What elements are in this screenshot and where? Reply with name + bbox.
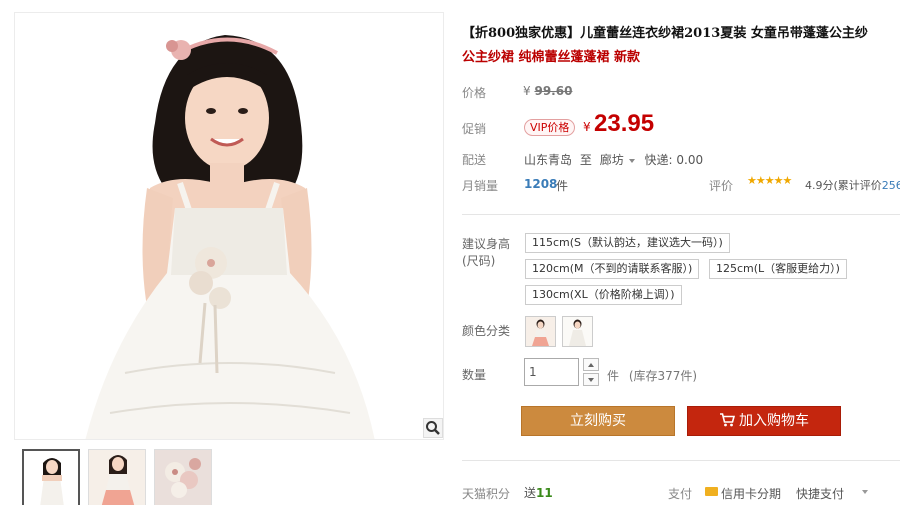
tmall-points-value: 送11 [524,484,553,501]
zoom-button[interactable] [423,418,443,438]
add-to-cart-label: 加入购物车 [739,413,809,429]
cart-icon [720,413,736,427]
thumbnail-1[interactable] [22,449,80,505]
rating-summary[interactable]: 4.9分(累计评价256 [805,177,900,193]
review-count-prefix: (累计评价 [833,179,882,192]
size-label: 建议身高(尺码) [462,237,511,268]
stock-info: 件 (库存377件) [607,367,697,384]
tmall-points-label: 天猫积分 [462,487,511,501]
size-option-115[interactable]: 115cm(S（默认韵达，建议选大一码）) [525,233,730,253]
thumbnail-2-image [89,450,145,505]
main-product-image[interactable] [14,12,444,440]
thumbnail-3-image [155,450,211,505]
monthly-sales-count: 1208 [524,177,558,191]
divider [462,460,900,461]
original-price: ¥ 99.60 [523,84,572,98]
size-option-130[interactable]: 130cm(XL（价格阶梯上调）) [525,285,682,305]
magnifier-icon [426,421,440,435]
quantity-increase-button[interactable] [583,358,599,371]
original-price-currency: ¥ [523,84,531,98]
divider [462,214,900,215]
add-to-cart-button[interactable]: 加入购物车 [687,406,841,436]
quantity-unit: 件 [607,369,620,383]
size-option-120[interactable]: 120cm(M（不到的请联系客服）) [525,259,700,279]
vip-price-badge: VIP价格 [524,119,576,136]
points-prefix: 送 [524,486,537,500]
credit-card-icon [705,487,718,496]
review-count: 256 [881,179,900,192]
color-swatch-2[interactable] [562,316,593,347]
quantity-input[interactable] [524,358,579,386]
product-subtitle: 公主纱裙 纯棉蕾丝蓬蓬裙 新款 [462,50,641,65]
buy-now-button[interactable]: 立刻购买 [521,406,675,436]
shipping-fee: 快递: 0.00 [644,153,704,167]
shipping-from: 山东青岛 [524,153,573,167]
girl-in-white-dress-photo [15,13,443,439]
price-label: 价格 [462,86,487,100]
color-swatch-1-image [526,317,555,346]
original-price-value: 99.60 [534,84,573,98]
color-label: 颜色分类 [462,324,511,338]
payment-label: 支付 [668,487,693,501]
shipping-destination: 廊坊 [599,153,624,167]
points-amount: 11 [536,486,553,500]
quantity-label: 数量 [462,368,487,382]
shipping-to-word: 至 [579,153,592,167]
color-swatch-2-image [563,317,592,346]
quantity-decrease-button[interactable] [583,373,599,386]
monthly-sales-label: 月销量 [462,179,499,193]
thumbnail-3[interactable] [154,449,212,505]
monthly-sales-unit: 件 [556,179,569,193]
product-title: 【折800独家优惠】儿童蕾丝连衣纱裙2013夏装 女童吊带蓬蓬公主纱 [462,26,868,41]
rating-score: 4.9分 [805,179,834,192]
thumbnail-1-image [24,451,78,505]
shipping-label: 配送 [462,153,487,167]
shipping-destination-select[interactable]: 廊坊 [600,153,641,167]
chevron-down-icon [628,158,635,163]
credit-installment-link[interactable]: 信用卡分期 [721,485,781,502]
shipping-info: 山东青岛 至 廊坊 快递: 0.00 [524,151,703,168]
promo-price: 23.95 [594,110,655,137]
rating-label: 评价 [709,179,734,193]
color-swatch-1[interactable] [525,316,556,347]
stock-count: (库存377件) [628,369,698,383]
size-option-125[interactable]: 125cm(L（客服更给力）) [709,259,847,279]
buy-now-label: 立刻购买 [570,413,626,429]
quick-pay-link[interactable]: 快捷支付 [796,485,844,502]
chevron-down-icon[interactable] [862,490,868,494]
thumbnail-2[interactable] [88,449,146,505]
promo-label: 促销 [462,122,487,136]
rating-stars-icon: ★★★★★ [747,174,792,187]
promo-currency: ¥ [583,120,591,134]
